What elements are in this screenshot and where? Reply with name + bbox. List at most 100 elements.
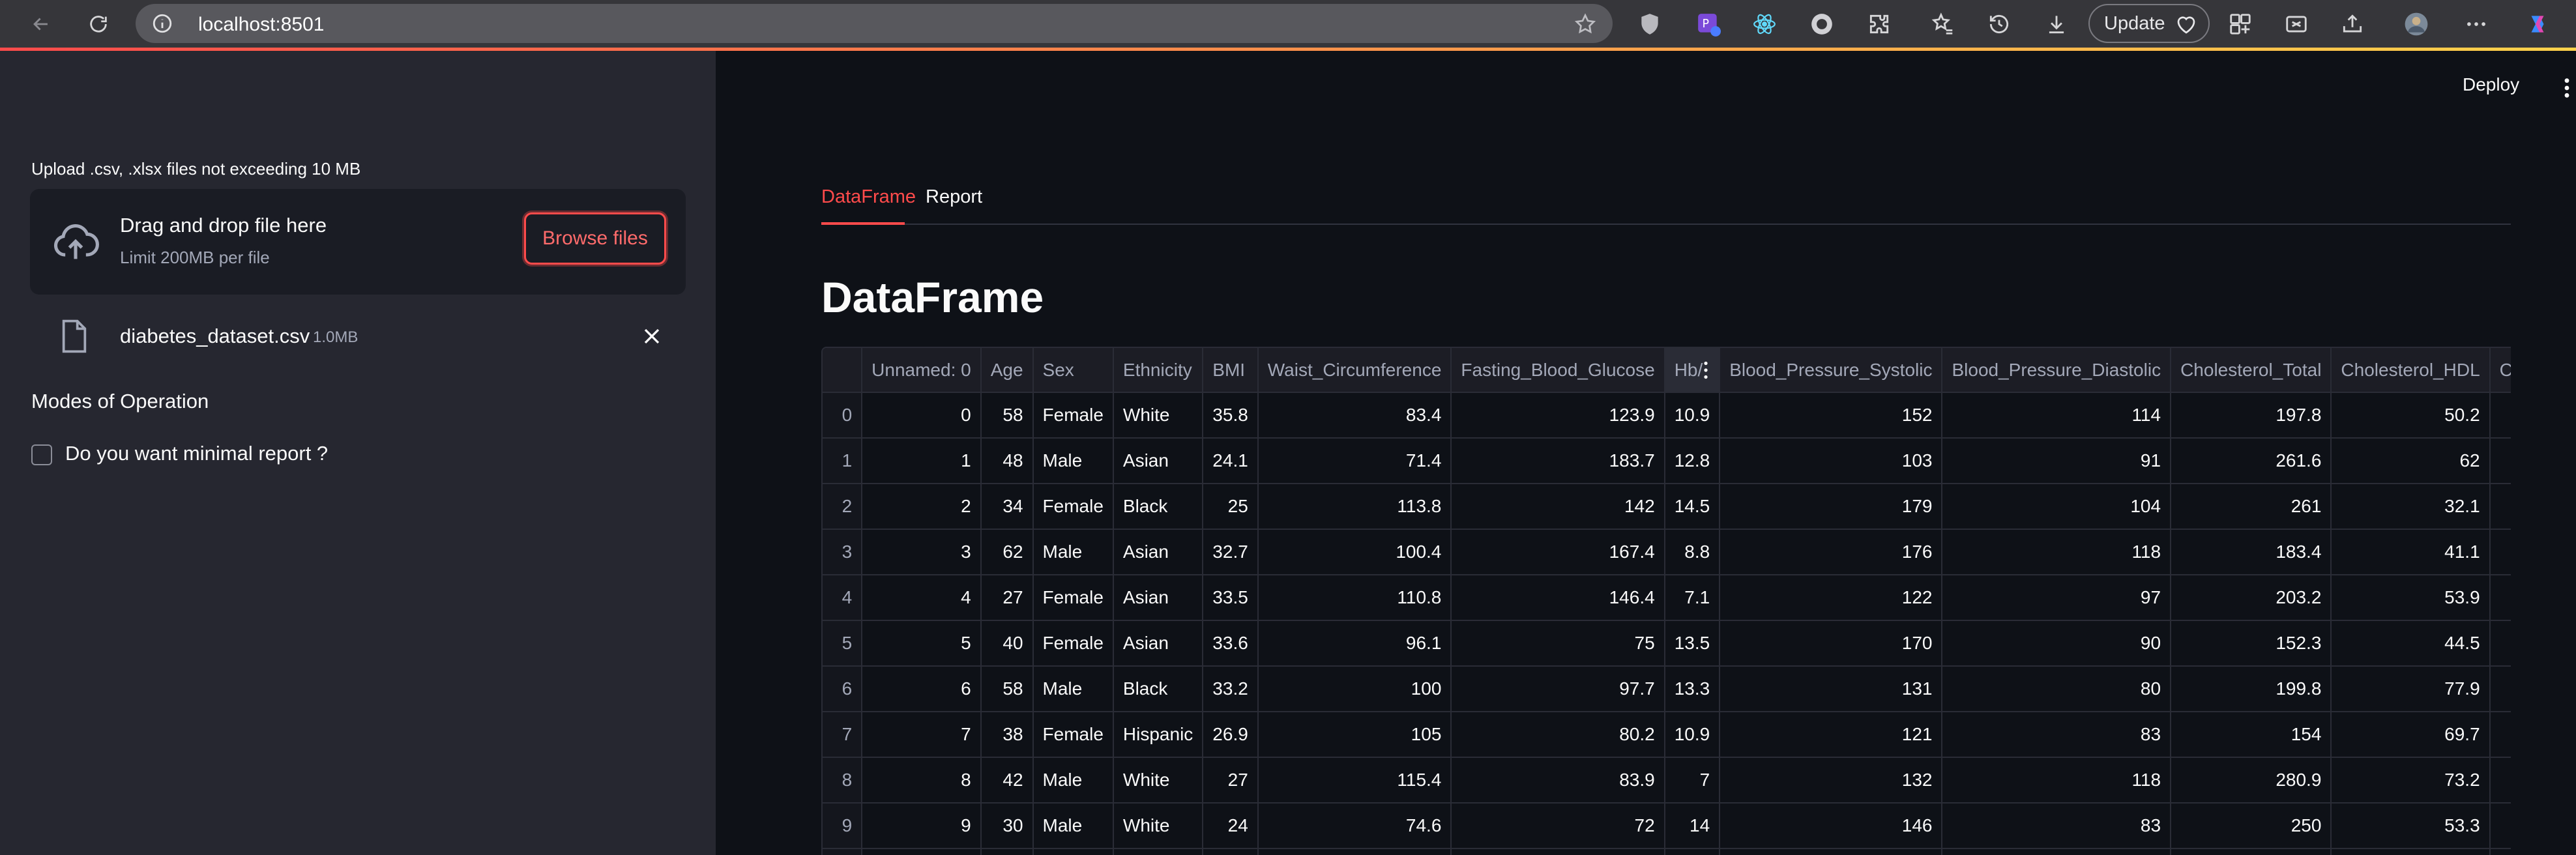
- table-cell[interactable]: 146: [1720, 803, 1943, 849]
- row-index-cell[interactable]: 7: [823, 712, 863, 758]
- table-cell[interactable]: 97: [1942, 575, 2172, 621]
- table-cell[interactable]: 53.9: [2331, 575, 2491, 621]
- table-cell[interactable]: 32.1: [2331, 484, 2491, 530]
- table-cell[interactable]: Male: [1032, 757, 1114, 804]
- table-cell[interactable]: 96.1: [1257, 620, 1452, 667]
- info-icon[interactable]: [151, 12, 173, 35]
- workspace-icon[interactable]: [2224, 8, 2257, 40]
- table-row[interactable]: 0 0 58 Female White 35.8 83.4 123.9 10.9 152 114 19…: [823, 392, 2511, 439]
- table-cell[interactable]: Female: [1032, 620, 1114, 667]
- table-cell[interactable]: 176: [1720, 529, 1943, 575]
- table-cell[interactable]: 142: [1451, 484, 1665, 530]
- table-cell[interactable]: 146.4: [1451, 575, 1665, 621]
- table-cell[interactable]: 10.9: [1664, 712, 1721, 758]
- column-header[interactable]: Hb/: [1664, 348, 1721, 393]
- row-index-cell[interactable]: 3: [823, 529, 863, 575]
- table-cell[interactable]: 154: [2171, 712, 2332, 758]
- address-bar[interactable]: localhost:8501: [136, 4, 1613, 43]
- table-cell[interactable]: 118: [1942, 529, 2172, 575]
- table-cell[interactable]: 3: [862, 529, 982, 575]
- browse-files-button[interactable]: Browse files: [524, 212, 666, 265]
- table-cell[interactable]: [1942, 848, 2172, 855]
- table-cell[interactable]: 62: [980, 529, 1034, 575]
- table-cell[interactable]: Female: [1032, 575, 1114, 621]
- row-index-cell[interactable]: 10: [823, 848, 863, 855]
- table-cell[interactable]: 10: [862, 848, 982, 855]
- table-cell[interactable]: Asian: [1113, 529, 1204, 575]
- star-icon[interactable]: [1573, 12, 1597, 36]
- table-cell[interactable]: 26.9: [1203, 712, 1259, 758]
- table-row[interactable]: 1 1 48 Male Asian 24.1 71.4 183.7 12.8 103 91 261.6…: [823, 438, 2511, 484]
- column-header[interactable]: Cholesterol_Total: [2171, 348, 2332, 393]
- table-cell[interactable]: Asian: [1113, 575, 1204, 621]
- back-arrow-icon[interactable]: [23, 7, 59, 42]
- table-cell[interactable]: 75: [1451, 620, 1665, 667]
- column-header[interactable]: Sex: [1032, 348, 1114, 393]
- table-cell[interactable]: 58: [980, 666, 1034, 712]
- table-cell[interactable]: 250: [2171, 803, 2332, 849]
- table-cell[interactable]: 33.5: [1203, 575, 1259, 621]
- table-cell[interactable]: [2489, 392, 2511, 439]
- table-cell[interactable]: [2489, 757, 2511, 804]
- table-cell[interactable]: [2489, 529, 2511, 575]
- table-cell[interactable]: 7: [862, 712, 982, 758]
- table-cell[interactable]: 83.4: [1257, 392, 1452, 439]
- table-cell[interactable]: 8: [862, 757, 982, 804]
- table-cell[interactable]: [1451, 848, 1665, 855]
- table-cell[interactable]: 100: [1257, 666, 1452, 712]
- table-cell[interactable]: 62: [2331, 438, 2491, 484]
- table-cell[interactable]: White: [1113, 392, 1204, 439]
- table-cell[interactable]: 0: [862, 392, 982, 439]
- table-cell[interactable]: 90: [1942, 620, 2172, 667]
- column-menu-icon[interactable]: [1702, 361, 1710, 379]
- table-row[interactable]: 1010: [823, 848, 2511, 855]
- table-row[interactable]: 9 9 30 Male White 24 74.6 72 14 146 83 250 53.3: [823, 803, 2511, 849]
- table-row[interactable]: 2 2 34 Female Black 25 113.8 142 14.5 179 104 261 32…: [823, 484, 2511, 530]
- table-cell[interactable]: 7.1: [1664, 575, 1721, 621]
- more-icon[interactable]: [2460, 8, 2493, 40]
- table-cell[interactable]: Hispanic: [1113, 712, 1204, 758]
- table-cell[interactable]: 13.3: [1664, 666, 1721, 712]
- table-cell[interactable]: 183.7: [1451, 438, 1665, 484]
- table-cell[interactable]: 110.8: [1257, 575, 1452, 621]
- table-cell[interactable]: 6: [862, 666, 982, 712]
- table-cell[interactable]: 35.8: [1203, 392, 1259, 439]
- minimal-report-checkbox[interactable]: [31, 444, 52, 465]
- extension-icon[interactable]: [1806, 8, 1838, 40]
- puzzle-icon[interactable]: [1863, 8, 1895, 40]
- table-cell[interactable]: 183.4: [2171, 529, 2332, 575]
- table-cell[interactable]: 261: [2171, 484, 2332, 530]
- table-row[interactable]: 3 3 62 Male Asian 32.7 100.4 167.4 8.8 176 118 183.…: [823, 529, 2511, 575]
- main-menu-icon[interactable]: [2560, 77, 2573, 99]
- history-icon[interactable]: [1983, 8, 2015, 40]
- column-header[interactable]: Blood_Pressure_Diastolic: [1942, 348, 2172, 393]
- table-cell[interactable]: 100.4: [1257, 529, 1452, 575]
- table-row[interactable]: 6 6 58 Male Black 33.2 100 97.7 13.3 131 80 199.8 77…: [823, 666, 2511, 712]
- table-cell[interactable]: 2: [862, 484, 982, 530]
- table-cell[interactable]: 24: [1203, 803, 1259, 849]
- column-header[interactable]: Fasting_Blood_Glucose: [1451, 348, 1665, 393]
- table-cell[interactable]: Male: [1032, 666, 1114, 712]
- column-header[interactable]: Blood_Pressure_Systolic: [1720, 348, 1943, 393]
- table-cell[interactable]: 27: [980, 575, 1034, 621]
- table-cell[interactable]: 1: [862, 438, 982, 484]
- table-row[interactable]: 8 8 42 Male White 27 115.4 83.9 7 132 118 280.9 73.2: [823, 757, 2511, 804]
- column-header[interactable]: Unnamed: 0: [862, 348, 982, 393]
- table-cell[interactable]: 131: [1720, 666, 1943, 712]
- column-header[interactable]: Age: [980, 348, 1034, 393]
- table-cell[interactable]: 80.2: [1451, 712, 1665, 758]
- table-cell[interactable]: 105: [1257, 712, 1452, 758]
- table-cell[interactable]: 12.8: [1664, 438, 1721, 484]
- table-cell[interactable]: 103: [1720, 438, 1943, 484]
- table-cell[interactable]: 5: [862, 620, 982, 667]
- row-index-cell[interactable]: 8: [823, 757, 863, 804]
- table-cell[interactable]: 40: [980, 620, 1034, 667]
- update-button[interactable]: Update: [2088, 4, 2210, 43]
- table-cell[interactable]: 121: [1720, 712, 1943, 758]
- table-cell[interactable]: 170: [1720, 620, 1943, 667]
- file-dropzone[interactable]: Drag and drop file here Limit 200MB per …: [30, 189, 686, 295]
- table-cell[interactable]: 97.7: [1451, 666, 1665, 712]
- favorites-icon[interactable]: [1927, 8, 1959, 40]
- close-icon[interactable]: [639, 323, 665, 349]
- table-cell[interactable]: [2489, 712, 2511, 758]
